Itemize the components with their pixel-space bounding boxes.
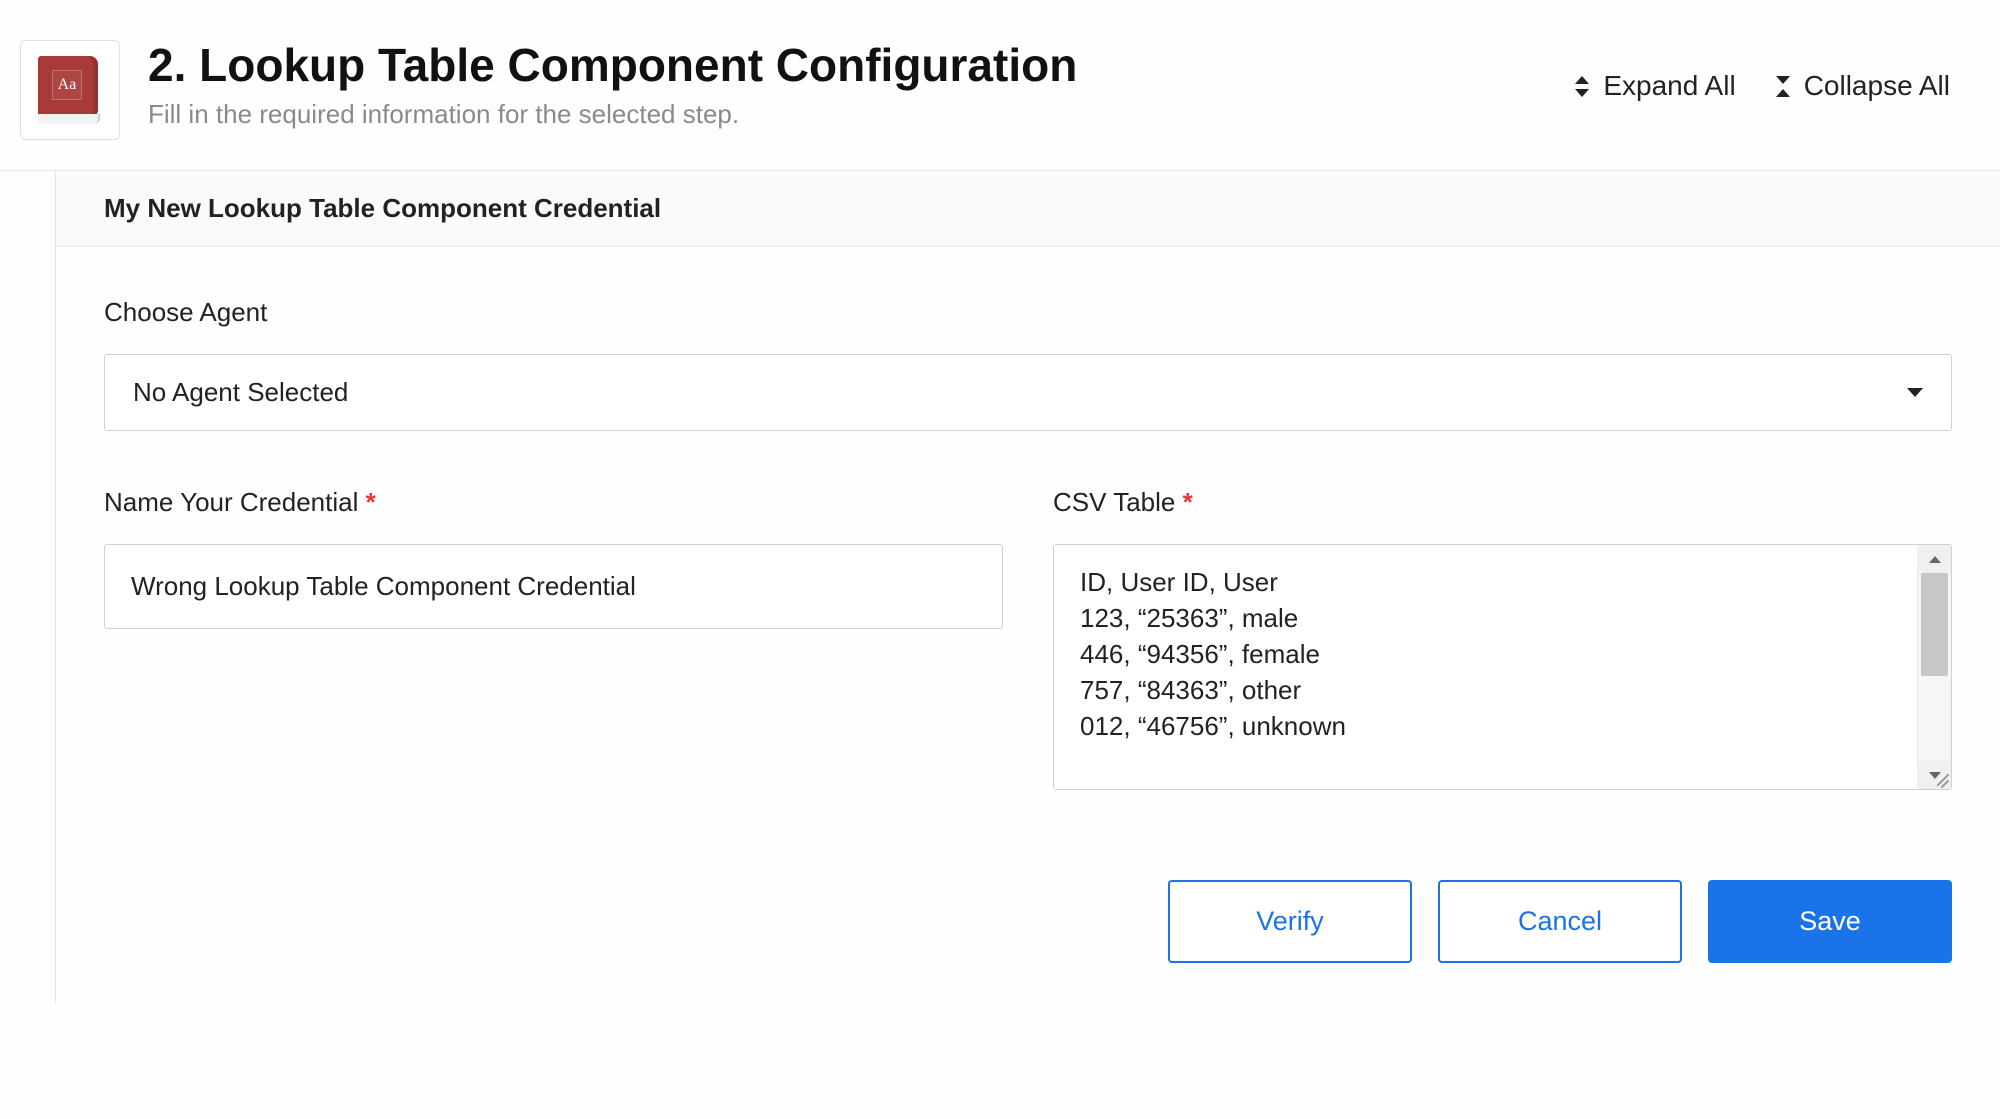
dictionary-icon: Aa bbox=[38, 56, 102, 124]
scroll-down-icon[interactable] bbox=[1918, 761, 1951, 789]
credential-name-input[interactable] bbox=[104, 544, 1003, 629]
verify-button[interactable]: Verify bbox=[1168, 880, 1412, 963]
textarea-scrollbar[interactable] bbox=[1917, 545, 1951, 789]
scroll-track[interactable] bbox=[1918, 573, 1951, 761]
collapse-all-button[interactable]: Collapse All bbox=[1776, 70, 1950, 102]
dictionary-icon-letters: Aa bbox=[52, 70, 82, 100]
choose-agent-value: No Agent Selected bbox=[133, 377, 348, 408]
csv-table-textarea[interactable] bbox=[1054, 545, 1917, 789]
expand-all-button[interactable]: Expand All bbox=[1575, 70, 1735, 102]
page-subtitle: Fill in the required information for the… bbox=[148, 99, 1575, 130]
component-icon-box: Aa bbox=[20, 40, 120, 140]
expand-all-icon bbox=[1575, 76, 1589, 97]
collapse-all-label: Collapse All bbox=[1804, 70, 1950, 102]
csv-table-label: CSV Table bbox=[1053, 487, 1952, 518]
cancel-button[interactable]: Cancel bbox=[1438, 880, 1682, 963]
scroll-up-icon[interactable] bbox=[1918, 545, 1951, 573]
scroll-thumb[interactable] bbox=[1921, 573, 1948, 676]
collapse-all-icon bbox=[1776, 76, 1790, 97]
page-title: 2. Lookup Table Component Configuration bbox=[148, 40, 1575, 91]
caret-down-icon bbox=[1907, 388, 1923, 397]
choose-agent-select[interactable]: No Agent Selected bbox=[104, 354, 1952, 431]
expand-all-label: Expand All bbox=[1603, 70, 1735, 102]
choose-agent-label: Choose Agent bbox=[104, 297, 1952, 328]
save-button[interactable]: Save bbox=[1708, 880, 1952, 963]
credential-name-label: Name Your Credential bbox=[104, 487, 1003, 518]
credential-section-title: My New Lookup Table Component Credential bbox=[56, 171, 2000, 247]
